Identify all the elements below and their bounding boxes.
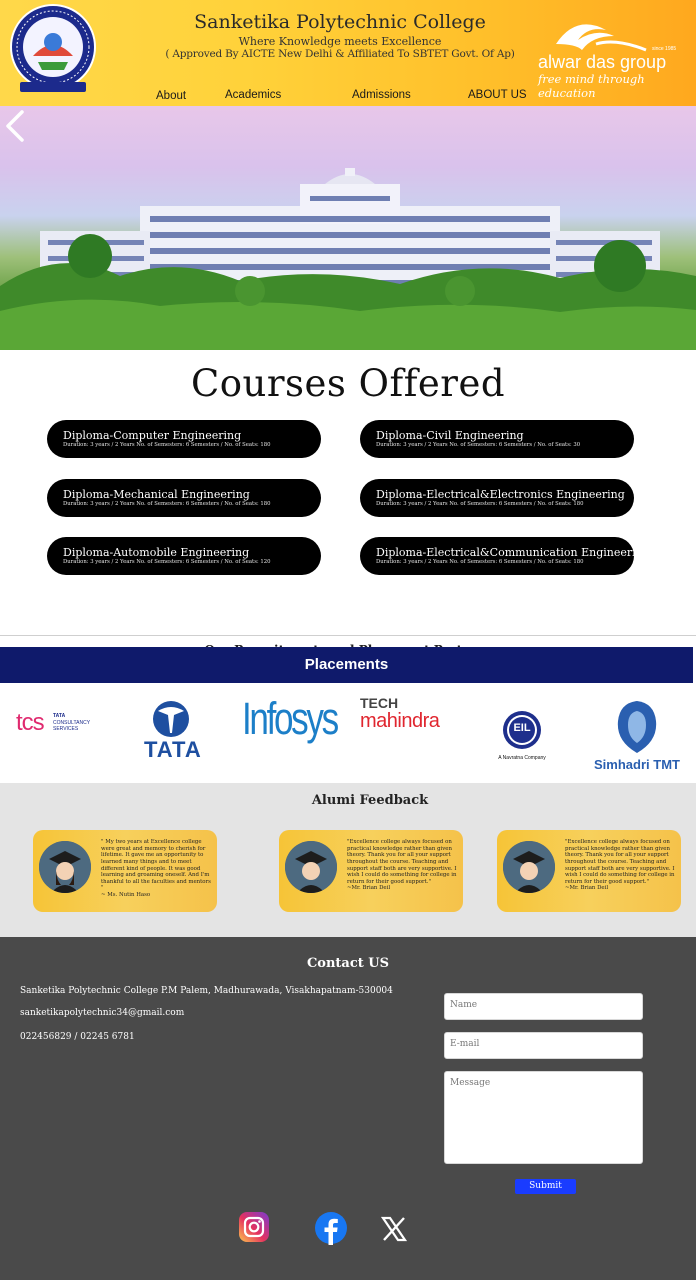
- tcs-sub: SERVICES: [53, 726, 79, 732]
- course-name: Diploma-Computer Engineering: [63, 429, 242, 442]
- nav-admissions[interactable]: Admissions: [352, 89, 411, 101]
- section-divider: [0, 635, 696, 636]
- tata-wordmark: TATA: [144, 737, 202, 762]
- eil-logo[interactable]: EIL A Navratna Company: [494, 709, 550, 765]
- nav-academics[interactable]: Academics: [225, 89, 281, 101]
- feedback-author: ~Mr. Brian Deil: [347, 885, 391, 892]
- course-name: Diploma-Electrical&Electronics Engineeri…: [376, 488, 625, 501]
- course-meta: Duration: 3 years / 2 Years No. of Semes…: [63, 501, 271, 507]
- course-meta: Duration: 3 years / 2 Years No. of Semes…: [63, 559, 271, 565]
- feedback-quote: "Excellence college always focused on pr…: [565, 839, 675, 885]
- course-civil[interactable]: Diploma-Civil Engineering Duration: 3 ye…: [360, 420, 634, 458]
- approval-text: ( Approved By AICTE New Delhi & Affiliat…: [165, 48, 515, 60]
- course-computer[interactable]: Diploma-Computer Engineering Duration: 3…: [47, 420, 321, 458]
- submit-button[interactable]: Submit: [515, 1179, 576, 1194]
- course-name: Diploma-Automobile Engineering: [63, 546, 250, 559]
- feedback-text: "Excellence college always focused on pr…: [347, 839, 459, 892]
- alumni-card: "Excellence college always focused on pr…: [497, 830, 681, 912]
- avatar: [39, 841, 91, 893]
- tata-logo[interactable]: TATA: [144, 699, 202, 763]
- alumni-card: " My two years at Excellence college wer…: [33, 830, 217, 912]
- course-meta: Duration: 3 years / 2 Years No. of Semes…: [376, 501, 584, 507]
- tcs-wordmark: tcs: [16, 709, 45, 736]
- mahindra-wordmark: mahindra: [360, 710, 440, 732]
- courses-title: Courses Offered: [190, 362, 506, 405]
- feedback-text: "Excellence college always focused on pr…: [565, 839, 677, 892]
- chevron-left-icon[interactable]: [0, 106, 28, 146]
- eil-wordmark: EIL: [513, 722, 531, 734]
- course-mechanical[interactable]: Diploma-Mechanical Engineering Duration:…: [47, 479, 321, 517]
- lion-icon: [617, 701, 657, 753]
- tech-mahindra-logo[interactable]: TECH mahindra: [360, 695, 452, 735]
- course-ece[interactable]: Diploma-Electrical&Communication Enginee…: [360, 537, 650, 575]
- infosys-wordmark: Infosys: [242, 693, 339, 744]
- tcs-logo[interactable]: tcs TATA CONSULTANCY SERVICES: [16, 709, 96, 739]
- tcs-sub: TATA: [53, 713, 66, 719]
- facebook-icon[interactable]: [314, 1211, 348, 1245]
- alumni-card: "Excellence college always focused on pr…: [279, 830, 463, 912]
- message-field[interactable]: Message: [444, 1071, 643, 1164]
- contact-email[interactable]: sanketikapolytechnic34@gmail.com: [20, 1008, 184, 1018]
- campus-image: [0, 168, 696, 350]
- college-tagline: Where Knowledge meets Excellence: [238, 35, 442, 48]
- course-meta: Duration: 3 years / 2 Years No. of Semes…: [63, 442, 271, 448]
- site-header: Sanketika Polytechnic College Where Know…: [0, 0, 696, 106]
- email-field[interactable]: E-mail: [444, 1032, 643, 1059]
- college-name: Sanketika Polytechnic College: [194, 11, 486, 33]
- infosys-logo[interactable]: Infosys: [242, 693, 339, 749]
- x-icon[interactable]: [380, 1214, 408, 1244]
- eil-sub: A Navratna Company: [498, 755, 546, 761]
- hero-carousel: [0, 106, 696, 350]
- course-meta: Duration: 3 years / 2 Years No. of Semes…: [376, 442, 581, 448]
- simhadri-logo[interactable]: Simhadri TMT: [594, 697, 680, 775]
- course-name: Diploma-Civil Engineering: [376, 429, 524, 442]
- group-name: alwar das group: [538, 52, 667, 72]
- contact-title: Contact US: [306, 956, 390, 971]
- placements-title: Placements: [304, 656, 389, 673]
- graduate-icon: [39, 841, 91, 893]
- college-logo[interactable]: [8, 4, 98, 94]
- feedback-text: " My two years at Excellence college wer…: [101, 839, 213, 899]
- partners-strip: tcs TATA CONSULTANCY SERVICES TATA Infos…: [0, 683, 696, 783]
- nav-about[interactable]: About: [156, 90, 186, 102]
- graduate-icon: [503, 841, 555, 893]
- course-eee[interactable]: Diploma-Electrical&Electronics Engineeri…: [360, 479, 634, 517]
- tech-wordmark: TECH: [360, 695, 399, 711]
- feedback-quote: "Excellence college always focused on pr…: [347, 839, 457, 885]
- feedback-quote: " My two years at Excellence college wer…: [101, 839, 211, 892]
- simhadri-wordmark: Simhadri TMT: [594, 757, 680, 772]
- name-field[interactable]: Name: [444, 993, 643, 1020]
- graduate-icon: [285, 841, 337, 893]
- course-meta: Duration: 3 years / 2 Years No. of Semes…: [376, 559, 584, 565]
- contact-phone[interactable]: 022456829 / 02245 6781: [20, 1032, 135, 1042]
- avatar: [285, 841, 337, 893]
- avatar: [503, 841, 555, 893]
- feedback-author: ~Mr. Brian Deil: [565, 885, 609, 892]
- course-name: Diploma-Electrical&Communication Enginee…: [376, 546, 650, 559]
- course-name: Diploma-Mechanical Engineering: [63, 488, 250, 501]
- nav-about-us[interactable]: ABOUT US: [468, 89, 527, 101]
- course-automobile[interactable]: Diploma-Automobile Engineering Duration:…: [47, 537, 321, 575]
- group-tagline: free mind through education: [538, 72, 645, 100]
- instagram-icon[interactable]: [238, 1211, 270, 1243]
- alumni-title: Alumi Feedback: [311, 793, 429, 808]
- contact-address: Sanketika Polytechnic College P.M Palem,…: [20, 986, 393, 996]
- feedback-author: ~ Ms. Nutin Haso: [101, 892, 151, 899]
